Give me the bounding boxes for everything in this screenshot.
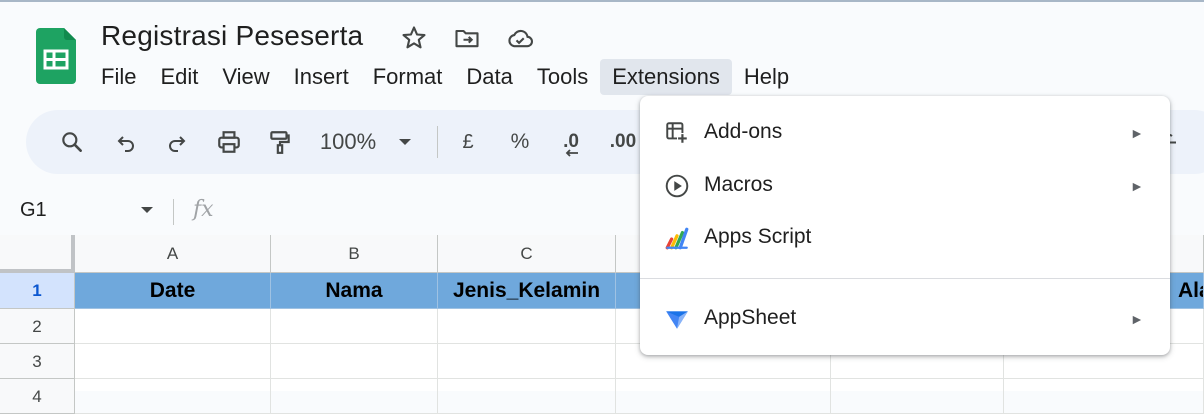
print-icon [218, 131, 240, 153]
increase-decimal-label: .00 [609, 131, 637, 152]
macros-label: Macros [704, 173, 773, 196]
paint-format-icon [270, 131, 290, 154]
submenu-arrow-icon: ► [1130, 125, 1144, 141]
currency-symbol: £ [462, 130, 474, 153]
cell-f4[interactable] [1004, 379, 1204, 414]
appsheet-label: AppSheet [704, 306, 797, 329]
window-top-border [0, 0, 1204, 2]
play-circle-icon [665, 174, 689, 198]
menu-edit[interactable]: Edit [148, 59, 210, 95]
function-icon: fx [193, 197, 214, 222]
row-header-2[interactable]: 2 [0, 309, 75, 344]
menu-format[interactable]: Format [361, 59, 455, 95]
cell-a4[interactable] [75, 379, 271, 414]
apps-script-label: Apps Script [704, 225, 812, 248]
cell-b3[interactable] [271, 344, 438, 379]
cell-b1[interactable]: Nama [271, 273, 438, 309]
cell-c2[interactable] [438, 309, 616, 344]
toolbar-divider [437, 126, 438, 158]
menu-tools[interactable]: Tools [525, 59, 600, 95]
menu-file[interactable]: File [89, 59, 148, 95]
redo-icon [169, 136, 186, 152]
submenu-arrow-icon: ► [1130, 311, 1144, 327]
cell-d4[interactable] [616, 379, 831, 414]
menu-extensions[interactable]: Extensions [600, 59, 732, 95]
cell-a3[interactable] [75, 344, 271, 379]
paint-format-button[interactable] [262, 110, 298, 174]
zoom-select[interactable]: 100% [316, 110, 416, 174]
percent-symbol: % [510, 130, 530, 153]
cell-c3[interactable] [438, 344, 616, 379]
menu-item-add-ons[interactable]: Add-ons ► [640, 107, 1170, 159]
print-button[interactable] [211, 110, 247, 174]
cell-c4[interactable] [438, 379, 616, 414]
add-ons-icon [666, 122, 688, 144]
star-icon[interactable] [400, 24, 428, 52]
document-title[interactable]: Registrasi Peseserta [101, 20, 363, 52]
menu-view[interactable]: View [210, 59, 281, 95]
chevron-down-icon [399, 139, 412, 145]
zoom-value: 100% [319, 129, 377, 154]
menu-bar: File Edit View Insert Format Data Tools … [89, 59, 801, 95]
row-header-4[interactable]: 4 [0, 379, 75, 414]
add-ons-label: Add-ons [704, 120, 783, 143]
cell-e4[interactable] [831, 379, 1004, 414]
extensions-menu: Add-ons ► Macros ► Apps Script AppSheet … [640, 96, 1170, 355]
cloud-saved-icon[interactable] [506, 24, 534, 52]
move-folder-icon[interactable] [453, 24, 481, 52]
cell-a1[interactable]: Date [75, 273, 271, 309]
format-currency-button[interactable]: £ [456, 110, 480, 174]
name-box[interactable]: G1 [20, 199, 47, 222]
undo-icon [117, 136, 134, 152]
cell-a2[interactable] [75, 309, 271, 344]
submenu-arrow-icon: ► [1130, 178, 1144, 194]
formula-bar-divider [173, 199, 174, 225]
menu-item-apps-script[interactable]: Apps Script [640, 212, 1170, 264]
apps-script-icon [665, 227, 689, 250]
search-icon [62, 132, 82, 152]
menu-item-appsheet[interactable]: AppSheet ► [640, 293, 1170, 345]
decrease-decimal-button[interactable]: .0 [554, 110, 588, 174]
format-percent-button[interactable]: % [506, 110, 534, 174]
search-menus-button[interactable] [54, 110, 90, 174]
chevron-down-icon[interactable] [140, 205, 154, 215]
increase-decimal-button[interactable]: .00 [606, 110, 640, 174]
undo-button[interactable] [108, 110, 144, 174]
column-header-b[interactable]: B [271, 235, 438, 273]
cell-b2[interactable] [271, 309, 438, 344]
menu-data[interactable]: Data [454, 59, 524, 95]
select-all-corner[interactable] [0, 235, 75, 273]
row-header-1[interactable]: 1 [0, 273, 75, 309]
cell-c1[interactable]: Jenis_Kelamin [438, 273, 616, 309]
menu-divider [640, 278, 1170, 279]
column-header-a[interactable]: A [75, 235, 271, 273]
appsheet-icon [666, 311, 688, 329]
redo-button[interactable] [159, 110, 195, 174]
menu-help[interactable]: Help [732, 59, 801, 95]
column-header-c[interactable]: C [438, 235, 616, 273]
cell-b4[interactable] [271, 379, 438, 414]
row-header-3[interactable]: 3 [0, 344, 75, 379]
menu-insert[interactable]: Insert [282, 59, 361, 95]
arrow-left-icon [565, 149, 578, 157]
sheets-logo-icon[interactable] [36, 28, 76, 84]
menu-item-macros[interactable]: Macros ► [640, 160, 1170, 212]
